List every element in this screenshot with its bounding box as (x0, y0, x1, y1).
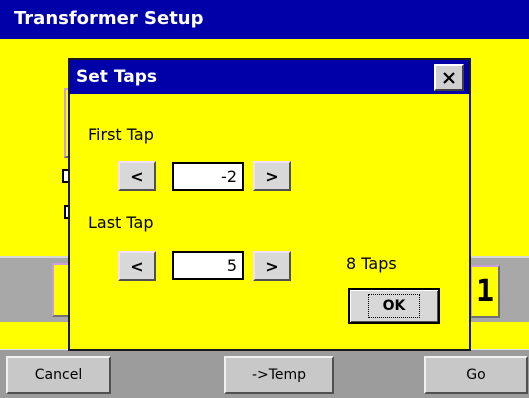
first-tap-decrement-button[interactable]: < (118, 161, 156, 191)
taps-count-text: 8 Taps (346, 254, 397, 273)
first-tap-increment-button[interactable]: > (253, 161, 291, 191)
last-tap-decrement-button[interactable]: < (118, 251, 156, 281)
last-tap-increment-button[interactable]: > (253, 251, 291, 281)
background-button[interactable]: 1 (470, 265, 500, 318)
last-tap-value-field[interactable]: 5 (172, 251, 244, 280)
first-tap-value-field[interactable]: -2 (172, 162, 244, 191)
first-tap-label: First Tap (88, 125, 154, 144)
dialog-title: Set Taps (76, 67, 157, 87)
ok-button[interactable]: OK (348, 288, 440, 324)
cancel-button[interactable]: Cancel (6, 356, 111, 394)
ok-button-label: OK (367, 294, 421, 318)
close-icon (443, 71, 455, 84)
temp-button[interactable]: ->Temp (224, 356, 334, 394)
go-button[interactable]: Go (424, 356, 528, 394)
close-button[interactable] (434, 64, 464, 91)
last-tap-label: Last Tap (88, 213, 154, 232)
main-title: Transformer Setup (14, 8, 204, 29)
